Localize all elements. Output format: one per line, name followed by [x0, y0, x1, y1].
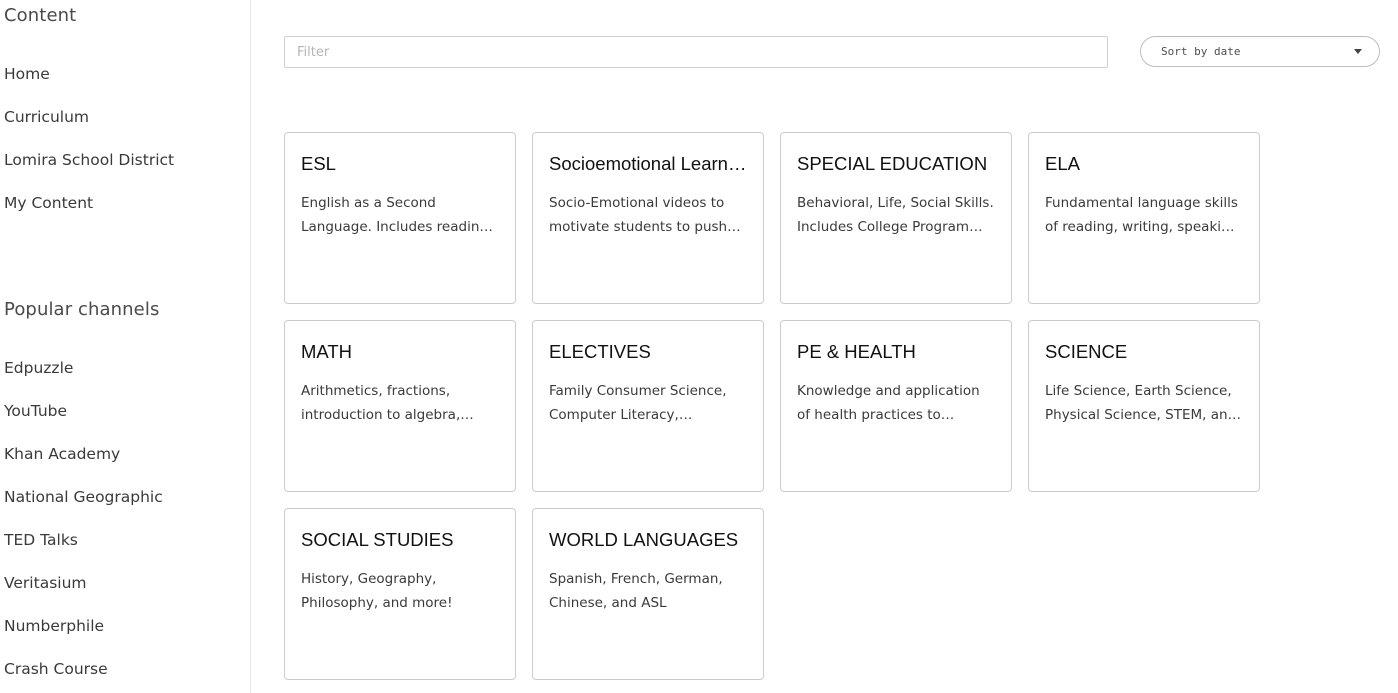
card-electives[interactable]: ELECTIVES Family Consumer Science, Compu…: [532, 320, 764, 492]
card-socioemotional-learning[interactable]: Socioemotional Learning Socio-Emotional …: [532, 132, 764, 304]
sidebar-channel-nav: Edpuzzle YouTube Khan Academy National G…: [4, 357, 163, 693]
channel-item-khan-academy[interactable]: Khan Academy: [4, 443, 163, 486]
sidebar-item-home[interactable]: Home: [4, 63, 174, 106]
card-world-languages[interactable]: WORLD LANGUAGES Spanish, French, German,…: [532, 508, 764, 680]
card-description: Knowledge and application of health prac…: [797, 383, 980, 423]
card-title: ELECTIVES: [549, 341, 651, 362]
card-description: History, Geography, Philosophy, and more…: [301, 571, 453, 611]
card-esl[interactable]: ESL English as a Second Language. Includ…: [284, 132, 516, 304]
card-title: ELA: [1045, 153, 1080, 174]
card-title: ESL: [301, 153, 336, 174]
channel-item-veritasium[interactable]: Veritasium: [4, 572, 163, 615]
card-ela[interactable]: ELA Fundamental language skills of readi…: [1028, 132, 1260, 304]
app-root: Content Home Curriculum Lomira School Di…: [0, 0, 1398, 693]
card-title: WORLD LANGUAGES: [549, 529, 739, 550]
sidebar: Content Home Curriculum Lomira School Di…: [0, 0, 251, 693]
card-title: SCIENCE: [1045, 341, 1128, 362]
sort-dropdown[interactable]: Sort by date: [1140, 36, 1380, 67]
sidebar-item-curriculum[interactable]: Curriculum: [4, 106, 174, 149]
channel-item-numberphile[interactable]: Numberphile: [4, 615, 163, 658]
card-title: PE & HEALTH: [797, 341, 916, 362]
sidebar-main-nav: Home Curriculum Lomira School District M…: [4, 63, 174, 235]
card-description: Family Consumer Science, Computer Litera…: [549, 383, 727, 423]
channel-item-national-geographic[interactable]: National Geographic: [4, 486, 163, 529]
card-description: Arithmetics, fractions, introduction to …: [301, 383, 461, 423]
sidebar-item-school-district[interactable]: Lomira School District: [4, 149, 174, 192]
card-pe-health[interactable]: PE & HEALTH Knowledge and application of…: [780, 320, 1012, 492]
card-title: SPECIAL EDUCATION: [797, 153, 988, 174]
sidebar-item-my-content[interactable]: My Content: [4, 192, 174, 235]
sidebar-heading-content: Content: [4, 5, 77, 26]
channel-item-crash-course[interactable]: Crash Course: [4, 658, 163, 693]
card-description: Fundamental language skills of reading, …: [1045, 195, 1239, 235]
card-description: Life Science, Earth Science, Physical Sc…: [1045, 383, 1237, 423]
card-description: English as a Second Language. Includes r…: [301, 195, 493, 235]
channel-item-edpuzzle[interactable]: Edpuzzle: [4, 357, 163, 400]
card-title: Socioemotional Learning: [549, 153, 747, 174]
card-social-studies[interactable]: SOCIAL STUDIES History, Geography, Philo…: [284, 508, 516, 680]
sort-dropdown-label: Sort by date: [1161, 45, 1241, 58]
card-description: Behavioral, Life, Social Skills. Include…: [797, 195, 994, 235]
card-math[interactable]: MATH Arithmetics, fractions, introductio…: [284, 320, 516, 492]
channel-item-ted-talks[interactable]: TED Talks: [4, 529, 163, 572]
filter-input[interactable]: [284, 36, 1108, 68]
card-title: MATH: [301, 341, 353, 362]
card-science[interactable]: SCIENCE Life Science, Earth Science, Phy…: [1028, 320, 1260, 492]
sidebar-heading-popular-channels: Popular channels: [4, 299, 160, 320]
channel-item-youtube[interactable]: YouTube: [4, 400, 163, 443]
card-title: SOCIAL STUDIES: [301, 529, 454, 550]
chevron-down-icon: [1354, 49, 1362, 54]
card-description: Spanish, French, German, Chinese, and AS…: [549, 571, 723, 611]
card-special-education[interactable]: SPECIAL EDUCATION Behavioral, Life, Soci…: [780, 132, 1012, 304]
channel-card-grid: ESL English as a Second Language. Includ…: [284, 132, 1276, 680]
card-description: Socio-Emotional videos to motivate stude…: [549, 195, 728, 235]
